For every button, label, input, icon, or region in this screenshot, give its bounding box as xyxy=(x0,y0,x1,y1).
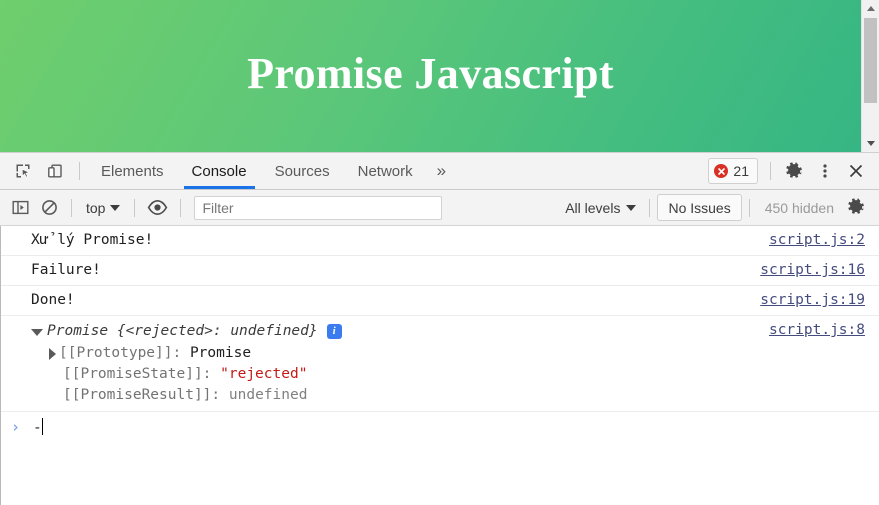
console-sidebar-icon[interactable] xyxy=(6,195,35,221)
toolbar-divider-4 xyxy=(649,198,651,217)
devtools-tabs: Elements Console Sources Network » xyxy=(87,153,708,189)
toolbar-divider-3 xyxy=(180,198,182,217)
console-message-text: Done! xyxy=(31,292,75,308)
source-link[interactable]: script.js:16 xyxy=(760,261,865,280)
browser-window: Promise Javascript Elements Console Sour… xyxy=(0,0,879,505)
execution-context-select[interactable]: top xyxy=(79,195,127,221)
error-count-badge[interactable]: 21 xyxy=(708,158,758,184)
hidden-messages-label: 450 hidden xyxy=(764,199,834,216)
page-viewport: Promise Javascript xyxy=(0,0,879,152)
console-prompt-input[interactable]: - xyxy=(33,418,43,438)
tab-sources[interactable]: Sources xyxy=(261,153,344,189)
clear-console-icon[interactable] xyxy=(35,195,64,221)
info-icon[interactable]: i xyxy=(326,323,342,339)
property-key: [[PromiseResult]]: xyxy=(63,387,229,403)
text-cursor xyxy=(41,418,43,435)
console-message-text: Xử lý Promise! xyxy=(31,232,154,248)
expand-triangle-icon[interactable] xyxy=(49,347,56,360)
devtools-panel: Elements Console Sources Network » 21 to… xyxy=(0,152,879,505)
log-levels-select[interactable]: All levels xyxy=(559,195,642,221)
scrollbar-track[interactable] xyxy=(862,17,879,135)
scrollbar-thumb[interactable] xyxy=(864,18,877,103)
execution-context-label: top xyxy=(86,199,106,216)
property-value: undefined xyxy=(228,387,308,403)
issues-button[interactable]: No Issues xyxy=(657,194,742,221)
scroll-down-icon[interactable] xyxy=(862,135,879,152)
tabbar-divider xyxy=(79,162,80,180)
source-link[interactable]: script.js:8 xyxy=(769,321,865,340)
property-value: "rejected" xyxy=(220,366,308,382)
device-toolbar-icon[interactable] xyxy=(40,157,70,185)
object-header: Promise {<rejected>: undefined} i script… xyxy=(31,321,865,341)
property-value: Promise xyxy=(189,345,252,361)
source-link[interactable]: script.js:2 xyxy=(769,231,865,250)
more-tabs-icon[interactable]: » xyxy=(427,153,456,189)
kebab-menu-icon[interactable] xyxy=(810,157,840,185)
inspect-element-icon[interactable] xyxy=(8,157,38,185)
tabbar-right-divider xyxy=(770,162,771,180)
toolbar-divider-5 xyxy=(748,198,750,217)
property-key: [[Prototype]]: xyxy=(59,345,190,361)
filter-input[interactable] xyxy=(194,195,443,220)
object-property-row[interactable]: [[PromiseState]]: "rejected" xyxy=(31,364,865,385)
object-property-row[interactable]: [[Prototype]]: Promise xyxy=(31,343,865,364)
devtools-tabbar: Elements Console Sources Network » 21 xyxy=(0,153,879,190)
console-object-row[interactable]: Promise {<rejected>: undefined} i script… xyxy=(1,316,879,412)
error-count-label: 21 xyxy=(733,163,749,179)
object-header-main[interactable]: Promise {<rejected>: undefined} i xyxy=(31,321,753,341)
scroll-up-icon[interactable] xyxy=(862,0,879,17)
error-icon xyxy=(714,164,729,178)
tabbar-right-controls: 21 xyxy=(708,153,879,189)
tab-console[interactable]: Console xyxy=(178,153,261,189)
console-message-text: Failure! xyxy=(31,262,101,278)
console-empty-area[interactable] xyxy=(1,444,879,505)
chevron-down-icon xyxy=(110,204,121,211)
console-message-row[interactable]: Done! script.js:19 xyxy=(1,286,879,316)
console-toolbar: top All levels No Issues 450 hidden xyxy=(0,190,879,226)
prompt-value: - xyxy=(33,420,42,436)
object-properties: [[Prototype]]: Promise [[PromiseState]]:… xyxy=(31,343,865,406)
tab-network[interactable]: Network xyxy=(344,153,427,189)
web-page-content: Promise Javascript xyxy=(0,0,861,152)
live-expression-icon[interactable] xyxy=(142,195,173,221)
tabbar-left-controls xyxy=(0,153,87,189)
page-scrollbar[interactable] xyxy=(861,0,879,152)
toolbar-divider-2 xyxy=(134,198,136,217)
page-title: Promise Javascript xyxy=(247,49,614,98)
gear-icon[interactable] xyxy=(779,157,809,185)
object-property-row[interactable]: [[PromiseResult]]: undefined xyxy=(31,385,865,406)
log-levels-label: All levels xyxy=(565,199,621,216)
chevron-down-icon xyxy=(626,204,637,211)
console-message-list[interactable]: Xử lý Promise! script.js:2 Failure! scri… xyxy=(0,226,879,505)
console-prompt-row[interactable]: › - xyxy=(1,412,879,444)
console-message-row[interactable]: Failure! script.js:16 xyxy=(1,256,879,286)
prompt-arrow-icon: › xyxy=(11,418,21,436)
toolbar-divider-1 xyxy=(71,198,72,217)
tab-elements[interactable]: Elements xyxy=(87,153,178,189)
property-key: [[PromiseState]]: xyxy=(63,366,221,382)
close-icon[interactable] xyxy=(841,157,871,185)
gear-icon[interactable] xyxy=(842,195,871,221)
console-message-row[interactable]: Xử lý Promise! script.js:2 xyxy=(1,226,879,256)
expand-triangle-icon[interactable] xyxy=(31,328,43,336)
source-link[interactable]: script.js:19 xyxy=(760,291,865,310)
object-preview-label: Promise {<rejected>: undefined} xyxy=(47,323,318,339)
